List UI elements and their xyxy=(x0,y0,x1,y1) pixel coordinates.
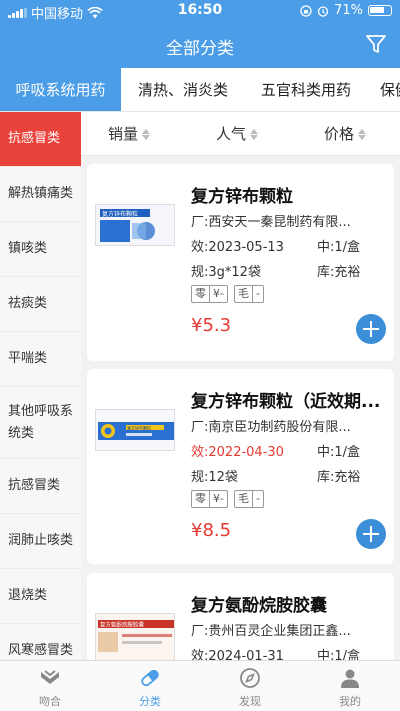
product-spec: 规:12袋 xyxy=(191,470,238,485)
product-image: 复方锌布颗粒 xyxy=(95,409,175,451)
retail-price-tag: 零 ¥- xyxy=(191,490,228,508)
product-stock: 库:充裕 xyxy=(317,265,361,280)
top-bar: 中国移动 16:50 71% 全部分类 xyxy=(0,0,400,68)
compass-icon xyxy=(240,668,260,688)
tab-category-label: 分类 xyxy=(139,695,161,708)
bottom-tab-bar: 吻合 分类 发现 我的 xyxy=(0,660,400,711)
sidebar-item-lung-cough[interactable]: 润肺止咳类 xyxy=(0,514,81,569)
sidebar-item-expectorant[interactable]: 祛痰类 xyxy=(0,277,81,332)
product-middle-pack: 中:1/盒 xyxy=(317,649,361,660)
add-to-cart-button[interactable] xyxy=(356,519,386,549)
sort-popularity-label: 人气 xyxy=(216,125,247,143)
sort-by-sales[interactable]: 销量 xyxy=(108,112,151,156)
battery-percent: 71% xyxy=(334,3,363,18)
page-title: 全部分类 xyxy=(166,39,234,59)
product-stock: 库:充裕 xyxy=(317,470,361,485)
product-image-label: 复方锌布颗粒 xyxy=(127,425,151,431)
product-name[interactable]: 复方锌布颗粒 xyxy=(191,182,386,207)
rotation-lock-icon xyxy=(300,4,312,17)
home-logo-icon xyxy=(41,670,59,684)
product-list: 复方锌布颗粒 复方锌布颗粒 厂:西安天一秦昆制药有限... 效:2023-05-… xyxy=(81,156,400,660)
tab-home-label: 吻合 xyxy=(39,695,61,708)
sort-arrows-icon xyxy=(358,128,367,140)
battery-icon xyxy=(368,5,392,16)
alarm-icon xyxy=(317,5,329,17)
product-spec: 规:3g*12袋 xyxy=(191,265,261,280)
tab-category[interactable]: 分类 xyxy=(100,661,200,711)
category-tab-antiinflammatory[interactable]: 清热、消炎类 xyxy=(124,68,242,111)
product-manufacturer: 厂:贵州百灵企业集团正鑫... xyxy=(191,624,351,639)
sort-by-price[interactable]: 价格 xyxy=(324,112,367,156)
product-price: ¥8.5 xyxy=(191,520,232,541)
capsule-icon xyxy=(141,669,159,687)
product-card[interactable]: 复方氨酚烷胺胶囊 复方氨酚烷胺胶囊 厂:贵州百灵企业集团正鑫... 效:2024… xyxy=(87,573,394,660)
product-expiry: 效:2022-04-30 xyxy=(191,445,284,460)
tab-discover[interactable]: 发现 xyxy=(200,661,300,711)
product-manufacturer: 厂:西安天一秦昆制药有限... xyxy=(191,215,351,230)
product-manufacturer: 厂:南京臣功制药股份有限... xyxy=(191,420,351,435)
sidebar-item-antiasthmatic[interactable]: 平喘类 xyxy=(0,332,81,387)
product-card[interactable]: 复方锌布颗粒 复方锌布颗粒 厂:西安天一秦昆制药有限... 效:2023-05-… xyxy=(87,164,394,361)
retail-price-tag: 零 ¥- xyxy=(191,285,228,303)
product-card[interactable]: 复方锌布颗粒 复方锌布颗粒（近效期... 厂:南京臣功制药股份有限... 效:2… xyxy=(87,369,394,564)
product-image: 复方锌布颗粒 xyxy=(95,204,175,246)
filter-icon[interactable] xyxy=(364,32,388,56)
product-expiry: 效:2023-05-13 xyxy=(191,240,284,255)
sort-price-label: 价格 xyxy=(324,125,355,143)
gross-margin-tag: 毛- xyxy=(233,490,264,508)
category-tab-ent[interactable]: 五官科类用药 xyxy=(247,68,365,111)
product-middle-pack: 中:1/盒 xyxy=(317,445,361,460)
sidebar-item-cold-2[interactable]: 抗感冒类 xyxy=(0,459,81,514)
category-tab-respiratory[interactable]: 呼吸系统用药 xyxy=(0,68,121,111)
subcategory-sidebar: 抗感冒类 解热镇痛类 镇咳类 祛痰类 平喘类 其他呼吸系统类 抗感冒类 润肺止咳… xyxy=(0,112,81,660)
category-tab-health[interactable]: 保健 xyxy=(366,68,400,111)
tab-discover-label: 发现 xyxy=(239,695,261,708)
sidebar-item-antipyretic[interactable]: 解热镇痛类 xyxy=(0,167,81,222)
sidebar-item-wind-cold[interactable]: 风寒感冒类 xyxy=(0,624,81,660)
sidebar-item-fever[interactable]: 退烧类 xyxy=(0,569,81,624)
product-name[interactable]: 复方锌布颗粒（近效期... xyxy=(191,387,386,412)
tab-profile-label: 我的 xyxy=(339,695,361,708)
sort-arrows-icon xyxy=(250,128,259,140)
product-middle-pack: 中:1/盒 xyxy=(317,240,361,255)
sidebar-item-antitussive[interactable]: 镇咳类 xyxy=(0,222,81,277)
product-image: 复方氨酚烷胺胶囊 xyxy=(95,613,175,660)
status-bar: 中国移动 16:50 71% xyxy=(0,0,400,22)
gross-margin-tag: 毛- xyxy=(233,285,264,303)
user-icon xyxy=(341,669,359,688)
tab-profile[interactable]: 我的 xyxy=(300,661,400,711)
sort-sales-label: 销量 xyxy=(108,125,139,143)
product-price: ¥5.3 xyxy=(191,315,232,336)
sort-bar: 销量 人气 价格 xyxy=(81,112,400,156)
product-name[interactable]: 复方氨酚烷胺胶囊 xyxy=(191,591,386,616)
category-tabs: 呼吸系统用药 清热、消炎类 五官科类用药 保健 xyxy=(0,68,400,112)
sort-arrows-icon xyxy=(142,128,151,140)
product-image-label: 复方锌布颗粒 xyxy=(102,210,138,218)
sidebar-item-cold[interactable]: 抗感冒类 xyxy=(0,112,81,167)
product-image-label: 复方氨酚烷胺胶囊 xyxy=(100,621,145,629)
sidebar-item-other-respiratory[interactable]: 其他呼吸系统类 xyxy=(0,387,81,459)
tab-home[interactable]: 吻合 xyxy=(0,661,100,711)
sort-by-popularity[interactable]: 人气 xyxy=(216,112,259,156)
product-expiry: 效:2024-01-31 xyxy=(191,649,284,660)
add-to-cart-button[interactable] xyxy=(356,314,386,344)
